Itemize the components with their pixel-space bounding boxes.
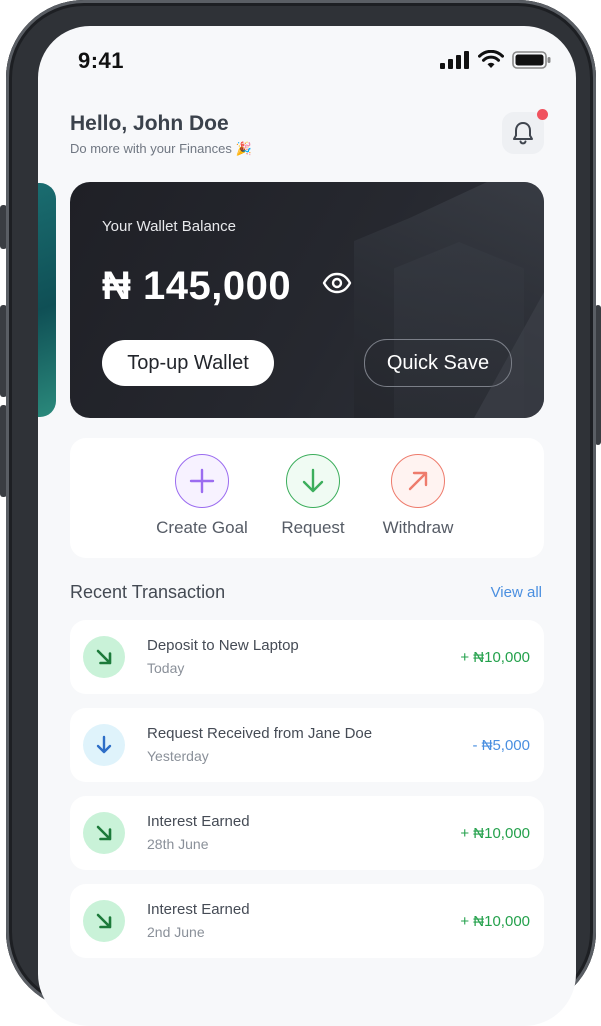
transaction-amount: + ₦10,000: [460, 913, 530, 930]
arrow-down-icon: [96, 735, 112, 754]
arrow-up-right-icon: [408, 471, 428, 491]
transaction-row[interactable]: Request Received from Jane Doe Yesterday…: [70, 708, 544, 782]
eye-icon[interactable]: [322, 272, 352, 294]
withdraw-action[interactable]: Withdraw: [363, 454, 473, 538]
wallet-balance-label: Your Wallet Balance: [102, 218, 236, 235]
transaction-date: 2nd June: [147, 924, 205, 940]
quick-actions-panel: Create Goal Request Withdraw: [70, 438, 544, 558]
arrow-down-icon: [302, 468, 324, 493]
arrow-down-right-icon: [96, 913, 112, 929]
top-up-wallet-button[interactable]: Top-up Wallet: [102, 340, 274, 386]
greeting-subtitle: Do more with your Finances 🎉: [70, 141, 252, 156]
status-icons: [440, 50, 552, 70]
app-screen: 9:41 Hello, John Doe Do more with your F…: [38, 26, 576, 1026]
status-time: 9:41: [78, 48, 125, 73]
transaction-amount: - ₦5,000: [472, 737, 530, 754]
battery-icon: [512, 51, 551, 69]
request-label: Request: [281, 518, 345, 537]
plus-icon: [189, 468, 215, 494]
transaction-icon: [83, 812, 125, 854]
wifi-icon: [478, 50, 504, 68]
transaction-title: Interest Earned: [147, 901, 250, 918]
wallet-balance-amount: ₦ 145,000: [102, 264, 292, 308]
recent-transactions-title: Recent Transaction: [70, 582, 226, 602]
bell-icon: [513, 122, 533, 145]
transaction-title: Interest Earned: [147, 813, 250, 830]
transaction-row[interactable]: Deposit to New Laptop Today + ₦10,000: [70, 620, 544, 694]
notification-badge: [537, 109, 548, 120]
transaction-amount: + ₦10,000: [460, 825, 530, 842]
request-action[interactable]: Request: [258, 454, 368, 538]
transaction-row[interactable]: Interest Earned 2nd June + ₦10,000: [70, 884, 544, 958]
transaction-title: Request Received from Jane Doe: [147, 725, 373, 742]
create-goal-action[interactable]: Create Goal: [147, 454, 257, 538]
phone-frame: 9:41 Hello, John Doe Do more with your F…: [6, 0, 596, 1026]
quick-save-button[interactable]: Quick Save: [364, 339, 512, 387]
arrow-down-right-icon: [96, 649, 112, 665]
transaction-icon: [83, 724, 125, 766]
cellular-signal-icon: [440, 51, 469, 69]
transaction-row[interactable]: Interest Earned 28th June + ₦10,000: [70, 796, 544, 870]
transaction-date: 28th June: [147, 836, 209, 852]
arrow-down-right-icon: [96, 825, 112, 841]
transaction-title: Deposit to New Laptop: [147, 637, 299, 654]
create-goal-label: Create Goal: [156, 518, 248, 537]
transaction-icon: [83, 636, 125, 678]
transaction-icon: [83, 900, 125, 942]
previous-card-peek[interactable]: [38, 183, 56, 417]
greeting-title: Hello, John Doe: [70, 112, 229, 135]
wallet-card: Your Wallet Balance ₦ 145,000 Top-up Wal…: [70, 182, 544, 418]
view-all-link[interactable]: View all: [491, 584, 542, 601]
withdraw-circle: [391, 454, 445, 508]
withdraw-label: Withdraw: [382, 518, 454, 537]
request-circle: [286, 454, 340, 508]
transaction-date: Today: [147, 660, 185, 676]
create-goal-circle: [175, 454, 229, 508]
transaction-date: Yesterday: [147, 748, 209, 764]
notifications-button[interactable]: [502, 109, 548, 154]
transaction-amount: + ₦10,000: [460, 649, 530, 666]
